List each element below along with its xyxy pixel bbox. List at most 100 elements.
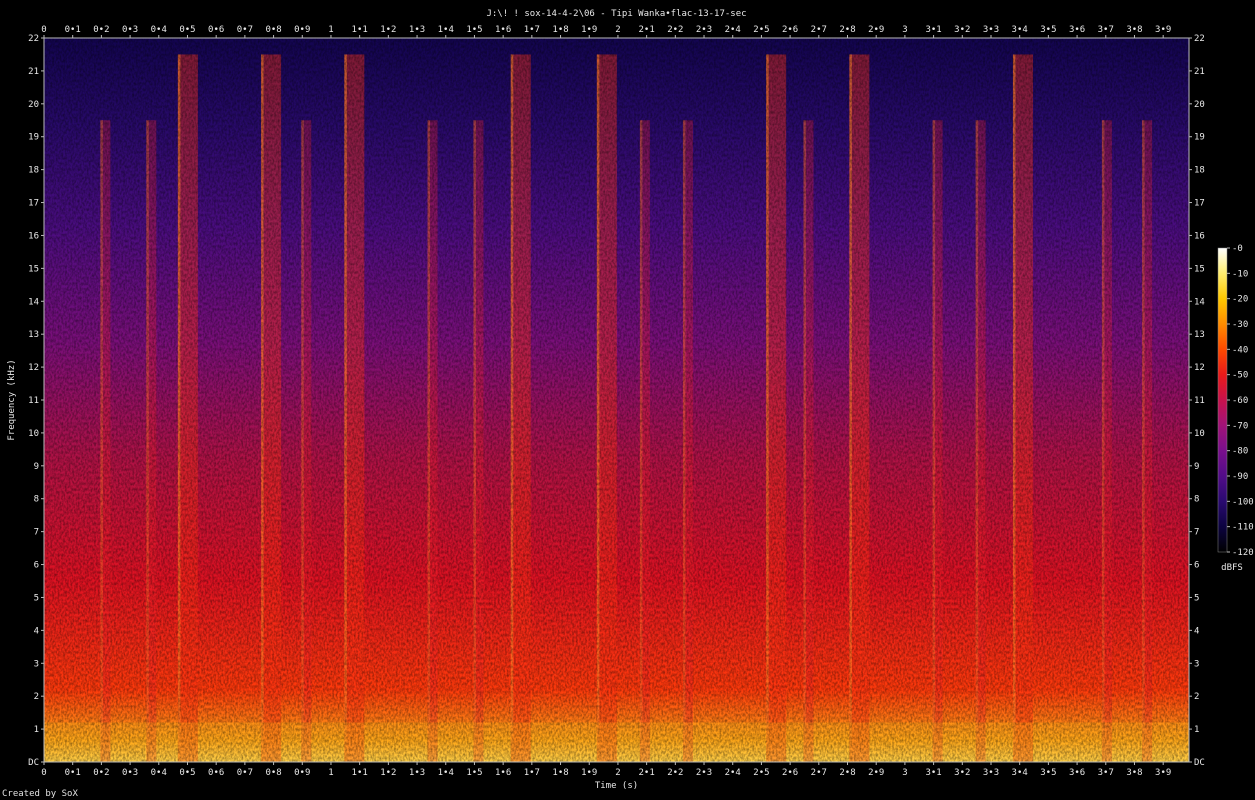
colorbar-tick-label: -80 xyxy=(1232,447,1248,457)
colorbar-label: dBFS xyxy=(1221,563,1243,573)
x-tick-label-bottom: 3 xyxy=(902,768,907,778)
x-tick-label-bottom: 1•2 xyxy=(380,768,396,778)
y-tick-label-right: 19 xyxy=(1194,133,1205,143)
y-tick-label-right: 15 xyxy=(1194,264,1205,274)
y-tick-label-right: 16 xyxy=(1194,231,1205,241)
colorbar-tick-label: -10 xyxy=(1232,269,1248,279)
x-tick-label-top: 1•1 xyxy=(352,25,368,35)
x-tick-label-top: 3•3 xyxy=(983,25,999,35)
y-tick-label-left: 16 xyxy=(28,231,39,241)
y-tick-label-right: 7 xyxy=(1194,528,1199,538)
y-tick-label-left: 15 xyxy=(28,264,39,274)
x-axis-label: Time (s) xyxy=(595,781,638,791)
x-tick-label-top: 3•5 xyxy=(1040,25,1056,35)
x-tick-label-top: 1•6 xyxy=(495,25,511,35)
x-tick-label-top: 0•1 xyxy=(65,25,81,35)
y-tick-label-left: DC xyxy=(28,758,39,768)
colorbar-ticks: -0 -10 -20 -30 -40 -50 -60 -70 -80 -90 -100 -110 -12… xyxy=(1227,244,1254,558)
x-tick-label-bottom: 3•6 xyxy=(1069,768,1085,778)
y-tick-label-right: 18 xyxy=(1194,166,1205,176)
x-tick-label-bottom: 3•1 xyxy=(925,768,941,778)
sox-credit: Created by SoX xyxy=(2,789,78,799)
x-tick-label-bottom: 0 xyxy=(41,768,46,778)
y-tick-label-right: 11 xyxy=(1194,396,1205,406)
x-tick-label-top: 2 xyxy=(615,25,620,35)
y-tick-label-right: 4 xyxy=(1194,626,1199,636)
x-tick-label-bottom: 3•3 xyxy=(983,768,999,778)
colorbar-tick-label: -110 xyxy=(1232,523,1254,533)
x-tick-label-top: 2•9 xyxy=(868,25,884,35)
x-tick-label-top: 2•1 xyxy=(638,25,654,35)
x-tick-label-top: 3•6 xyxy=(1069,25,1085,35)
y-tick-label-right: DC xyxy=(1194,758,1205,768)
x-tick-label-bottom: 0•2 xyxy=(93,768,109,778)
x-tick-label-top: 0•7 xyxy=(237,25,253,35)
y-tick-label-right: 17 xyxy=(1194,199,1205,209)
y-tick-label-left: 5 xyxy=(34,593,39,603)
x-tick-label-bottom: 0•1 xyxy=(65,768,81,778)
x-tick-label-top: 3•9 xyxy=(1155,25,1171,35)
x-tick-label-bottom: 2•4 xyxy=(725,768,741,778)
y-tick-label-right: 8 xyxy=(1194,495,1199,505)
y-tick-label-left: 1 xyxy=(34,725,39,735)
y-tick-label-left: 13 xyxy=(28,330,39,340)
x-axis-top: 0 0•1 0•2 0•3 0•4 0•5 0•6 0•7 0•8 0•9 1 1•1 1•2 1•3 1•… xyxy=(41,25,1171,38)
y-tick-label-right: 9 xyxy=(1194,462,1199,472)
x-tick-label-bottom: 2•1 xyxy=(638,768,654,778)
x-tick-label-top: 1•7 xyxy=(524,25,540,35)
y-tick-label-left: 6 xyxy=(34,561,39,571)
x-tick-label-bottom: 0•3 xyxy=(122,768,138,778)
x-tick-label-top: 2•5 xyxy=(753,25,769,35)
y-tick-label-left: 22 xyxy=(28,34,39,44)
x-tick-label-top: 0•4 xyxy=(151,25,167,35)
x-tick-label-bottom: 2 xyxy=(615,768,620,778)
x-tick-label-bottom: 3•4 xyxy=(1012,768,1028,778)
y-axis-left: DC12345678910111213141516171819202122 xyxy=(28,34,44,768)
colorbar-tick-label: -40 xyxy=(1232,345,1248,355)
x-tick-label-top: 0•5 xyxy=(179,25,195,35)
x-tick-label-top: 3•2 xyxy=(954,25,970,35)
x-tick-label-bottom: 2•3 xyxy=(696,768,712,778)
y-tick-label-left: 18 xyxy=(28,166,39,176)
x-tick-label-bottom: 1•8 xyxy=(552,768,568,778)
colorbar-tick-label: -90 xyxy=(1232,472,1248,482)
x-axis-bottom: 0 0•1 0•2 0•3 0•4 0•5 0•6 0•7 0•8 0•9 1 1•1 1•2 1•3 1•… xyxy=(41,762,1171,778)
y-tick-label-right: 6 xyxy=(1194,561,1199,571)
x-tick-label-bottom: 0•9 xyxy=(294,768,310,778)
colorbar-tick-label: -30 xyxy=(1232,320,1248,330)
y-tick-label-left: 7 xyxy=(34,528,39,538)
y-tick-label-left: 8 xyxy=(34,495,39,505)
y-tick-label-right: 10 xyxy=(1194,429,1205,439)
x-tick-label-top: 3•1 xyxy=(925,25,941,35)
y-axis-label: Frequency (kHz) xyxy=(7,359,17,440)
x-tick-label-bottom: 2•7 xyxy=(811,768,827,778)
x-tick-label-bottom: 1•5 xyxy=(466,768,482,778)
colorbar-tick-label: -20 xyxy=(1232,295,1248,305)
y-axis-right: DC12345678910111213141516171819202122 xyxy=(1189,34,1205,768)
x-tick-label-top: 2•8 xyxy=(839,25,855,35)
colorbar-gradient xyxy=(1217,247,1228,553)
x-tick-label-top: 1•5 xyxy=(466,25,482,35)
y-tick-label-left: 2 xyxy=(34,692,39,702)
x-tick-label-bottom: 0•7 xyxy=(237,768,253,778)
x-tick-label-top: 1 xyxy=(328,25,333,35)
x-tick-label-top: 1•3 xyxy=(409,25,425,35)
x-tick-label-bottom: 1•3 xyxy=(409,768,425,778)
x-tick-label-bottom: 0•4 xyxy=(151,768,167,778)
spectrogram-chart: J:\! ! sox-14-4-2\06 - Tipi Wanka•flac-1… xyxy=(7,9,1254,791)
y-tick-label-right: 3 xyxy=(1194,659,1199,669)
y-tick-label-right: 22 xyxy=(1194,34,1205,44)
x-tick-label-bottom: 2•8 xyxy=(839,768,855,778)
x-tick-label-top: 0•3 xyxy=(122,25,138,35)
y-tick-label-left: 10 xyxy=(28,429,39,439)
x-tick-label-bottom: 0•6 xyxy=(208,768,224,778)
y-tick-label-right: 1 xyxy=(1194,725,1199,735)
x-tick-label-top: 3•4 xyxy=(1012,25,1028,35)
x-tick-label-top: 2•2 xyxy=(667,25,683,35)
x-tick-label-top: 0 xyxy=(41,25,46,35)
x-tick-label-top: 3•7 xyxy=(1098,25,1114,35)
y-tick-label-right: 13 xyxy=(1194,330,1205,340)
x-tick-label-bottom: 0•5 xyxy=(179,768,195,778)
x-tick-label-bottom: 1•6 xyxy=(495,768,511,778)
chart-title: J:\! ! sox-14-4-2\06 - Tipi Wanka•flac-1… xyxy=(486,9,746,19)
